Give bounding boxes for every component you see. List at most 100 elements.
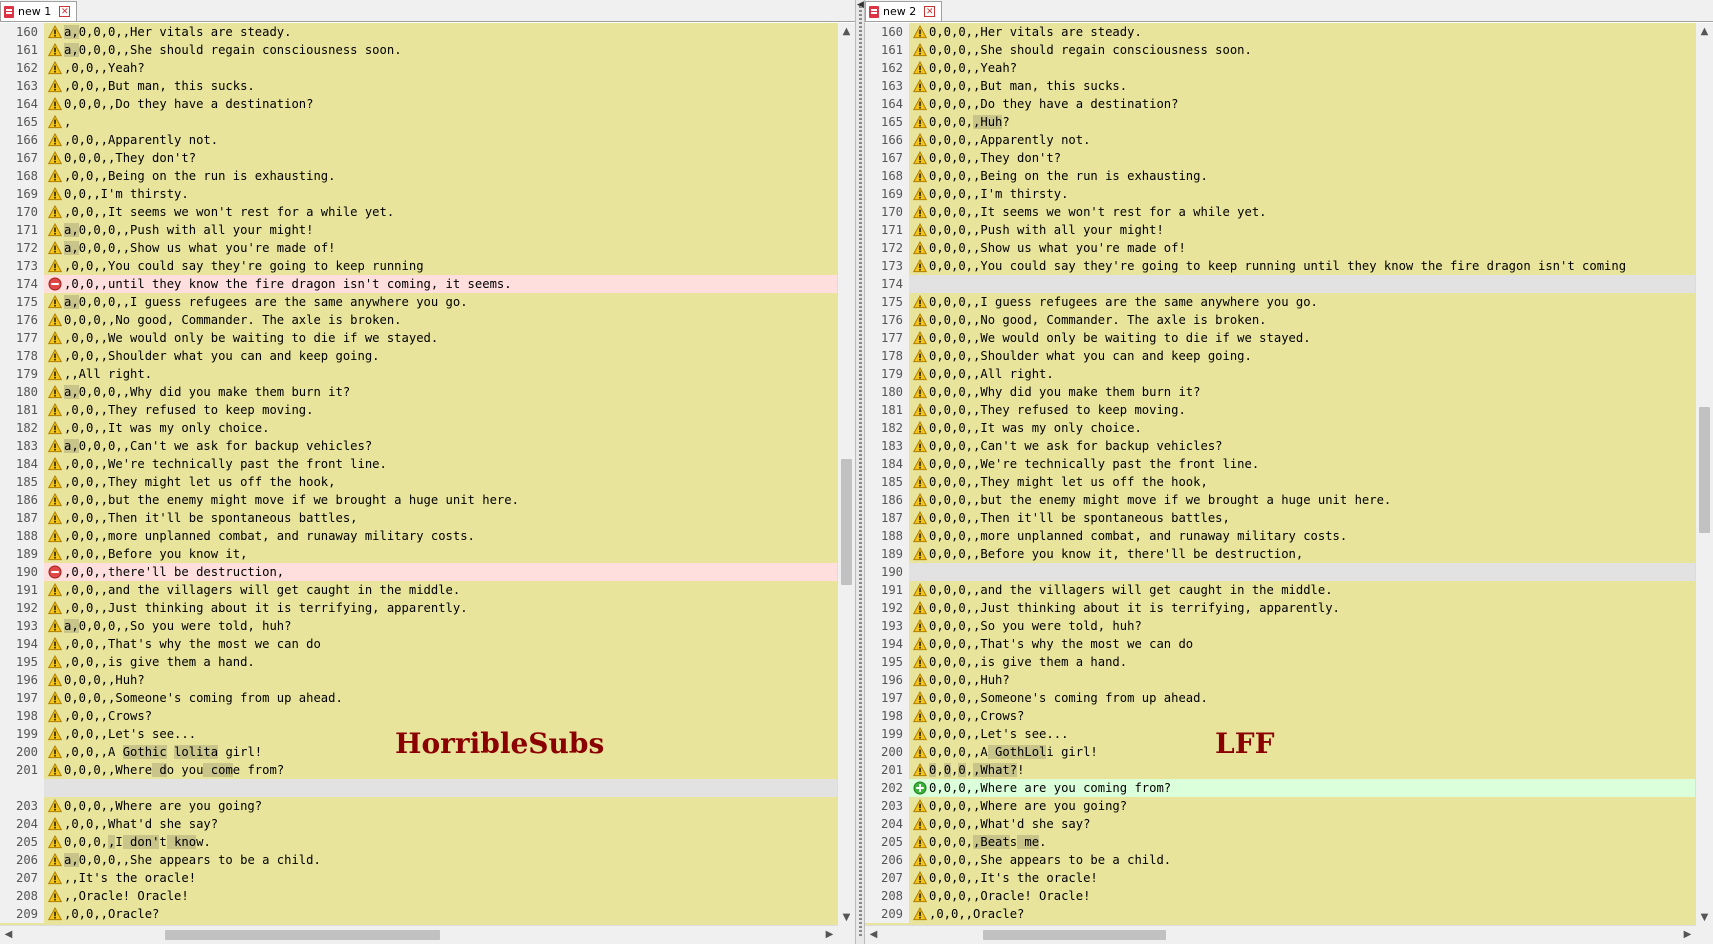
editor-line[interactable]: 204 ,0,0,,What'd she say? xyxy=(0,815,838,833)
scroll-left-icon[interactable]: ◀ xyxy=(865,926,882,944)
editor-line[interactable]: 176 0,0,0,,No good, Commander. The axle i… xyxy=(865,311,1696,329)
horizontal-scrollbar[interactable]: ◀ ▶ xyxy=(865,925,1696,944)
editor-line[interactable]: 175 a,0,0,0,,I guess refugees are the sam… xyxy=(0,293,838,311)
editor-line[interactable]: 208 0,0,0,,Oracle! Oracle! xyxy=(865,887,1696,905)
scroll-right-icon[interactable]: ▶ xyxy=(1679,926,1696,944)
editor-line[interactable]: 165 0,0,0,,Huh? xyxy=(865,113,1696,131)
editor-line[interactable]: 182 0,0,0,,It was my only choice. xyxy=(865,419,1696,437)
editor-line[interactable]: 208 ,,Oracle! Oracle! xyxy=(0,887,838,905)
editor-line[interactable]: 205 0,0,0,,I don't know. xyxy=(0,833,838,851)
editor-line[interactable]: 196 0,0,0,,Huh? xyxy=(0,671,838,689)
editor-line[interactable]: 172 a,0,0,0,,Show us what you're made of! xyxy=(0,239,838,257)
scroll-up-icon[interactable]: ▲ xyxy=(838,23,855,40)
editor-line[interactable]: 190 xyxy=(865,563,1696,581)
editor-line[interactable]: 179 ,,All right. xyxy=(0,365,838,383)
editor-line[interactable]: 203 0,0,0,,Where are you going? xyxy=(0,797,838,815)
vertical-scrollbar[interactable]: ▲ ▼ xyxy=(1695,23,1713,926)
editor-line[interactable]: 187 ,0,0,,Then it'll be spontaneous battl… xyxy=(0,509,838,527)
scroll-thumb[interactable] xyxy=(841,459,852,585)
editor-line[interactable]: 206 a,0,0,0,,She appears to be a child. xyxy=(0,851,838,869)
scroll-thumb[interactable] xyxy=(983,930,1166,940)
scroll-thumb[interactable] xyxy=(1699,407,1710,533)
scroll-left-icon[interactable]: ◀ xyxy=(0,926,17,944)
editor-line[interactable]: 191 ,0,0,,and the villagers will get caug… xyxy=(0,581,838,599)
editor-line[interactable]: 180 a,0,0,0,,Why did you make them burn i… xyxy=(0,383,838,401)
editor-line[interactable]: 196 0,0,0,,Huh? xyxy=(865,671,1696,689)
editor-line[interactable]: 199 0,0,0,,Let's see... xyxy=(865,725,1696,743)
editor-line[interactable]: 207 ,,It's the oracle! xyxy=(0,869,838,887)
editor-line[interactable]: 193 a,0,0,0,,So you were told, huh? xyxy=(0,617,838,635)
editor-line[interactable]: 186 ,0,0,,but the enemy might move if we … xyxy=(0,491,838,509)
editor-line[interactable]: 162 ,0,0,,Yeah? xyxy=(0,59,838,77)
editor-line[interactable]: 205 0,0,0,,Beats me. xyxy=(865,833,1696,851)
editor-line[interactable]: 171 0,0,0,,Push with all your might! xyxy=(865,221,1696,239)
editor-line[interactable]: 188 ,0,0,,more unplanned combat, and runa… xyxy=(0,527,838,545)
editor-line[interactable]: 201 0,0,0,,What?! xyxy=(865,761,1696,779)
editor-line[interactable]: 170 0,0,0,,It seems we won't rest for a w… xyxy=(865,203,1696,221)
editor-line[interactable]: 171 a,0,0,0,,Push with all your might! xyxy=(0,221,838,239)
editor-line[interactable]: 197 0,0,0,,Someone's coming from up ahead… xyxy=(865,689,1696,707)
editor-line[interactable]: 197 0,0,0,,Someone's coming from up ahead… xyxy=(0,689,838,707)
scroll-right-icon[interactable]: ▶ xyxy=(821,926,838,944)
scroll-thumb[interactable] xyxy=(165,930,440,940)
editor-line[interactable]: 163 ,0,0,,But man, this sucks. xyxy=(0,77,838,95)
editor-line[interactable]: 172 0,0,0,,Show us what you're made of! xyxy=(865,239,1696,257)
editor-line[interactable]: 181 0,0,0,,They refused to keep moving. xyxy=(865,401,1696,419)
text-area[interactable]: 160 0,0,0,,Her vitals are steady. 161 0,0,0… xyxy=(865,23,1696,926)
editor-line[interactable]: 175 0,0,0,,I guess refugees are the same … xyxy=(865,293,1696,311)
editor-line[interactable]: 168 ,0,0,,Being on the run is exhausting. xyxy=(0,167,838,185)
editor-line[interactable] xyxy=(0,779,838,797)
editor-line[interactable]: 162 0,0,0,,Yeah? xyxy=(865,59,1696,77)
editor-line[interactable]: 188 0,0,0,,more unplanned combat, and run… xyxy=(865,527,1696,545)
editor-line[interactable]: 209 ,0,0,,Oracle? xyxy=(865,905,1696,923)
editor-line[interactable]: 163 0,0,0,,But man, this sucks. xyxy=(865,77,1696,95)
editor-line[interactable]: 166 ,0,0,,Apparently not. xyxy=(0,131,838,149)
editor-line[interactable]: 185 0,0,0,,They might let us off the hook… xyxy=(865,473,1696,491)
editor-line[interactable]: 183 a,0,0,0,,Can't we ask for backup vehi… xyxy=(0,437,838,455)
editor-line[interactable]: 181 ,0,0,,They refused to keep moving. xyxy=(0,401,838,419)
editor-line[interactable]: 192 0,0,0,,Just thinking about it is terr… xyxy=(865,599,1696,617)
editor-line[interactable]: 209 ,0,0,,Oracle? xyxy=(0,905,838,923)
editor-line[interactable]: 174 ,0,0,,until they know the fire dragon… xyxy=(0,275,838,293)
editor-line[interactable]: 160 0,0,0,,Her vitals are steady. xyxy=(865,23,1696,41)
editor-line[interactable]: 184 0,0,0,,We're technically past the fro… xyxy=(865,455,1696,473)
scroll-down-icon[interactable]: ▼ xyxy=(1696,909,1713,926)
editor-line[interactable]: 165, xyxy=(0,113,838,131)
editor-line[interactable]: 177 ,0,0,,We would only be waiting to die… xyxy=(0,329,838,347)
editor-line[interactable]: 186 0,0,0,,but the enemy might move if we… xyxy=(865,491,1696,509)
editor-line[interactable]: 200 0,0,0,,A GothLoli girl! xyxy=(865,743,1696,761)
close-icon[interactable]: ✕ xyxy=(924,6,936,17)
editor-line[interactable]: 170 ,0,0,,It seems we won't rest for a wh… xyxy=(0,203,838,221)
horizontal-scrollbar[interactable]: ◀ ▶ xyxy=(0,925,838,944)
editor-line[interactable]: 203 0,0,0,,Where are you going? xyxy=(865,797,1696,815)
editor-line[interactable]: 160 a,0,0,0,,Her vitals are steady. xyxy=(0,23,838,41)
splitter[interactable]: ◀ xyxy=(855,0,865,944)
editor-line[interactable]: 194 0,0,0,,That's why the most we can do xyxy=(865,635,1696,653)
editor-line[interactable]: 164 0,0,0,,Do they have a destination? xyxy=(865,95,1696,113)
editor-line[interactable]: 173 ,0,0,,You could say they're going to … xyxy=(0,257,838,275)
editor-line[interactable]: 194 ,0,0,,That's why the most we can do xyxy=(0,635,838,653)
editor-line[interactable]: 207 0,0,0,,It's the oracle! xyxy=(865,869,1696,887)
editor-line[interactable]: 169 0,0,,I'm thirsty. xyxy=(0,185,838,203)
editor-line[interactable]: 161 a,0,0,0,,She should regain consciousn… xyxy=(0,41,838,59)
editor-line[interactable]: 190 ,0,0,,there'll be destruction, xyxy=(0,563,838,581)
tab-new-1[interactable]: new 1 ✕ xyxy=(0,1,78,21)
editor-line[interactable]: 179 0,0,0,,All right. xyxy=(865,365,1696,383)
editor-line[interactable]: 201 0,0,0,,Where do you come from? xyxy=(0,761,838,779)
editor-line[interactable]: 178 ,0,0,,Shoulder what you can and keep … xyxy=(0,347,838,365)
editor-line[interactable]: 178 0,0,0,,Shoulder what you can and keep… xyxy=(865,347,1696,365)
editor-line[interactable]: 187 0,0,0,,Then it'll be spontaneous batt… xyxy=(865,509,1696,527)
editor-line[interactable]: 184 ,0,0,,We're technically past the fron… xyxy=(0,455,838,473)
close-icon[interactable]: ✕ xyxy=(59,6,71,17)
editor-line[interactable]: 173 0,0,0,,You could say they're going to… xyxy=(865,257,1696,275)
editor-line[interactable]: 198 ,0,0,,Crows? xyxy=(0,707,838,725)
editor-line[interactable]: 198 0,0,0,,Crows? xyxy=(865,707,1696,725)
editor-line[interactable]: 180 0,0,0,,Why did you make them burn it? xyxy=(865,383,1696,401)
editor-line[interactable]: 164 0,0,0,,Do they have a destination? xyxy=(0,95,838,113)
scroll-up-icon[interactable]: ▲ xyxy=(1696,23,1713,40)
editor-line[interactable]: 202 0,0,0,,Where are you coming from? xyxy=(865,779,1696,797)
editor-line[interactable]: 192 ,0,0,,Just thinking about it is terri… xyxy=(0,599,838,617)
editor-line[interactable]: 166 0,0,0,,Apparently not. xyxy=(865,131,1696,149)
editor-line[interactable]: 167 0,0,0,,They don't? xyxy=(865,149,1696,167)
editor-line[interactable]: 185 ,0,0,,They might let us off the hook, xyxy=(0,473,838,491)
